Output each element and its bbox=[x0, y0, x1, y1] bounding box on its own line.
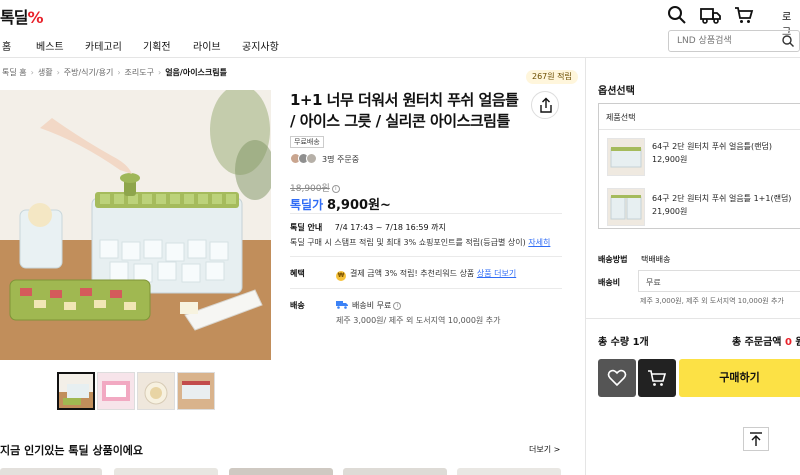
cart-icon[interactable] bbox=[734, 5, 754, 25]
add-to-cart-button[interactable] bbox=[638, 359, 676, 397]
breadcrumb-item[interactable]: 톡딜 홈 bbox=[2, 68, 27, 77]
product-card[interactable] bbox=[343, 468, 447, 475]
shipping-fee-row: 배송비 무료 i bbox=[336, 300, 402, 311]
breadcrumb-item[interactable]: 생활 bbox=[38, 68, 53, 77]
ship-fee-note: 제주 3,000원, 제주 외 도서지역 10,000원 추가 bbox=[640, 297, 784, 305]
avatar bbox=[306, 153, 317, 164]
more-products-link[interactable]: 상품 더보기 bbox=[477, 269, 516, 278]
thumbnail-1[interactable] bbox=[57, 372, 95, 410]
order-count: 3명 주문중 bbox=[322, 155, 360, 164]
nav-exhibition[interactable]: 기획전 bbox=[143, 38, 171, 53]
recommend-title: 지금 인기있는 톡딜 상품이에요 bbox=[0, 444, 144, 457]
ship-method-value: 택배배송 bbox=[641, 255, 671, 264]
original-price-value: 18,900원 bbox=[290, 184, 330, 194]
thumbnail-2[interactable] bbox=[97, 372, 135, 410]
top-header: 톡딜% 로그 bbox=[0, 0, 800, 38]
benefit-text: 결제 금액 3% 적립! 추천리워드 상품 bbox=[350, 269, 475, 278]
divider bbox=[586, 318, 800, 319]
shipping-fee: 배송비 무료 bbox=[352, 301, 392, 310]
product-search bbox=[668, 30, 800, 52]
search-icon[interactable] bbox=[667, 5, 687, 25]
deal-info-row: 톡딜 안내 7/4 17:43 ~ 7/18 16:59 까지 bbox=[290, 222, 446, 233]
benefit-row: ₩ 결제 금액 3% 적립! 추천리워드 상품 상품 더보기 bbox=[336, 268, 516, 281]
arrow-up-icon bbox=[750, 432, 762, 446]
free-shipping-tag: 무료배송 bbox=[290, 136, 324, 148]
original-price: 18,900원 i bbox=[290, 181, 340, 194]
price-row: 톡딜가 8,900원~ bbox=[290, 194, 391, 213]
shipping-label: 배송 bbox=[290, 301, 305, 310]
option-price: 12,900원 bbox=[652, 155, 688, 164]
share-icon bbox=[540, 97, 552, 113]
nav-home[interactable]: 홈 bbox=[2, 38, 11, 53]
scroll-top-button[interactable] bbox=[743, 427, 769, 451]
nav-live[interactable]: 라이브 bbox=[193, 38, 221, 53]
info-icon[interactable]: i bbox=[393, 302, 402, 310]
deal-description: 톡딜 구매 시 스탬프 적립 및 최대 3% 쇼핑포인트를 적립(등급별 상이)… bbox=[290, 237, 550, 248]
coin-icon: ₩ bbox=[336, 271, 346, 281]
total-amount-unit: 원 bbox=[795, 337, 800, 348]
more-link[interactable]: 더보기 > bbox=[529, 444, 560, 455]
logo[interactable]: 톡딜% bbox=[0, 4, 43, 28]
divider bbox=[290, 256, 562, 257]
divider bbox=[599, 129, 800, 130]
total-amount-label: 총 주문금액 bbox=[732, 337, 782, 348]
option-thumbnail[interactable] bbox=[607, 138, 645, 176]
nav-notice[interactable]: 공지사항 bbox=[242, 38, 279, 53]
share-button[interactable] bbox=[531, 91, 559, 119]
total-amount: 총 주문금액 0 원 bbox=[732, 333, 800, 348]
nav-category[interactable]: 카테고리 bbox=[85, 38, 122, 53]
truck-icon[interactable] bbox=[700, 5, 722, 25]
option-thumbnail[interactable] bbox=[607, 188, 645, 226]
ship-fee-value: 무료 bbox=[646, 278, 661, 287]
product-card[interactable] bbox=[229, 468, 333, 475]
deal-info-label: 톡딜 안내 bbox=[290, 223, 323, 232]
product-card[interactable] bbox=[0, 468, 102, 475]
deal-period: 7/4 17:43 ~ 7/18 16:59 까지 bbox=[334, 223, 446, 232]
option-title: 옵션선택 bbox=[598, 86, 635, 97]
total-amount-value: 0 bbox=[784, 337, 792, 348]
truck-icon bbox=[336, 301, 348, 309]
cart-icon bbox=[648, 370, 667, 386]
benefit-label: 혜택 bbox=[290, 269, 305, 278]
ship-fee-box: 무료 bbox=[638, 270, 800, 292]
breadcrumb: 톡딜 홈 › 생활 › 주방/식기/용기 › 조리도구 › 얼음/아이스크림틀 bbox=[2, 68, 227, 77]
search-icon[interactable] bbox=[781, 34, 795, 48]
thumbnail-3[interactable] bbox=[137, 372, 175, 410]
total-quantity: 총 수량 1개 bbox=[598, 337, 649, 348]
heart-icon bbox=[607, 369, 627, 387]
logo-text: 톡딜 bbox=[0, 8, 28, 27]
divider bbox=[290, 288, 562, 289]
breadcrumb-current: 얼음/아이스크림틀 bbox=[165, 68, 227, 77]
ship-fee-label: 배송비 bbox=[598, 278, 621, 287]
price-label: 톡딜가 bbox=[290, 198, 324, 212]
shipping-note: 제주 3,000원/ 제주 외 도서지역 10,000원 추가 bbox=[336, 316, 501, 325]
product-card[interactable] bbox=[457, 468, 561, 475]
product-title: 1+1 너무 더워서 원터치 푸쉬 얼음틀 / 아이스 그릇 / 실리콘 아이스… bbox=[290, 91, 519, 130]
ship-method-label: 배송방법 bbox=[598, 255, 628, 264]
breadcrumb-item[interactable]: 조리도구 bbox=[125, 68, 154, 77]
nav-best[interactable]: 베스트 bbox=[36, 38, 64, 53]
deal-description-text: 톡딜 구매 시 스탬프 적립 및 최대 3% 쇼핑포인트를 적립(등급별 상이) bbox=[290, 238, 526, 247]
ice-tray-illustration bbox=[0, 90, 271, 360]
logo-mark: % bbox=[27, 8, 43, 27]
option-price: 21,900원 bbox=[652, 207, 688, 216]
details-link[interactable]: 자세히 bbox=[528, 238, 550, 247]
search-input[interactable] bbox=[677, 34, 781, 48]
wishlist-button[interactable] bbox=[598, 359, 636, 397]
deal-price: 8,900원~ bbox=[326, 198, 391, 213]
buyer-avatars bbox=[290, 153, 320, 165]
option-name[interactable]: 64구 2단 원터치 푸쉬 얼음틀(랜덤) bbox=[652, 141, 772, 152]
option-name[interactable]: 64구 2단 원터치 푸쉬 얼음틀 1+1(랜덤) bbox=[652, 193, 791, 204]
divider bbox=[290, 213, 562, 214]
breadcrumb-item[interactable]: 주방/식기/용기 bbox=[64, 68, 114, 77]
buy-button[interactable]: 구매하기 bbox=[679, 359, 800, 397]
thumbnail-4[interactable] bbox=[177, 372, 215, 410]
earn-badge: 267원 적립 bbox=[526, 70, 578, 84]
option-header[interactable]: 제품선택 bbox=[606, 112, 635, 123]
product-main-image bbox=[0, 90, 271, 360]
info-icon[interactable]: i bbox=[331, 185, 340, 193]
product-card[interactable] bbox=[114, 468, 218, 475]
